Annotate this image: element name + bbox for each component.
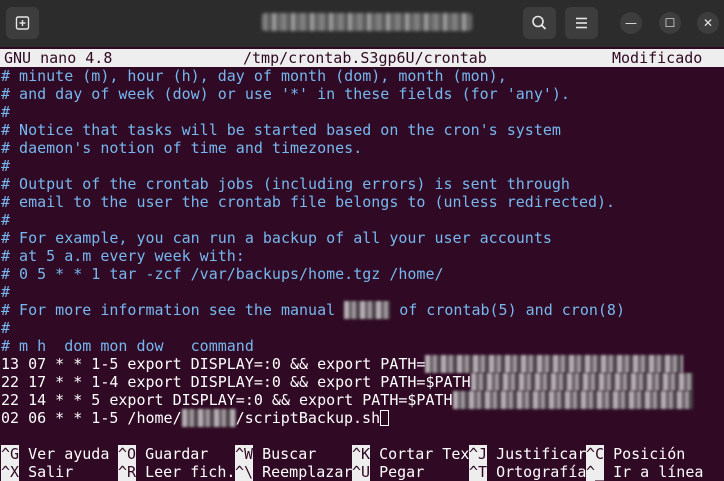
editor-line[interactable]: 22 17 * * 1-4 export DISPLAY=:0 && expor… xyxy=(1,373,693,391)
editor-line[interactable]: # m h dom mon dow command xyxy=(1,337,254,355)
editor-line[interactable]: # For example, you can run a backup of a… xyxy=(1,229,552,247)
nano-header-bar: GNU nano 4.8 /tmp/crontab.S3gp6U/crontab… xyxy=(0,49,724,67)
editor-line[interactable]: # at 5 a.m every week with: xyxy=(1,247,245,265)
terminal-area[interactable]: GNU nano 4.8 /tmp/crontab.S3gp6U/crontab… xyxy=(0,47,724,481)
nano-version: GNU nano 4.8 xyxy=(4,49,113,67)
editor-line[interactable]: # xyxy=(1,103,10,121)
minimize-button[interactable]: — xyxy=(620,12,642,34)
shortcut-exit[interactable]: ^X Salir xyxy=(1,463,73,481)
text-cursor xyxy=(380,410,390,426)
blurred-text xyxy=(181,409,236,427)
nano-modified-status: Modificado xyxy=(612,49,703,67)
window-title-blurred xyxy=(262,13,472,31)
editor-line[interactable]: # xyxy=(1,211,10,229)
shortcut-search[interactable]: ^W Buscar xyxy=(235,445,316,463)
blurred-text xyxy=(425,355,684,373)
editor-line[interactable]: 22 14 * * 5 export DISPLAY=:0 && export … xyxy=(1,391,693,409)
editor-line[interactable]: # xyxy=(1,157,10,175)
minimize-icon: — xyxy=(625,16,637,30)
shortcut-paste[interactable]: ^U Pegar xyxy=(352,463,424,481)
editor-line[interactable]: # xyxy=(1,283,10,301)
maximize-icon: ☐ xyxy=(664,16,676,30)
editor-line[interactable]: # minute (m), hour (h), day of month (do… xyxy=(1,67,507,85)
editor-line[interactable]: # Notice that tasks will be started base… xyxy=(1,121,561,139)
editor-line[interactable]: 02 06 * * 1-5 /home//scriptBackup.sh xyxy=(1,409,390,427)
shortcut-read-file[interactable]: ^R Leer fich. xyxy=(118,463,235,481)
blurred-text xyxy=(452,391,693,409)
shortcut-spelling[interactable]: ^T Ortografía xyxy=(469,463,586,481)
hamburger-menu-icon xyxy=(576,17,587,29)
new-tab-icon xyxy=(15,16,30,30)
editor-line[interactable]: # 0 5 * * 1 tar -zcf /var/backups/home.t… xyxy=(1,265,444,283)
blurred-text xyxy=(470,373,693,391)
nano-filename: /tmp/crontab.S3gp6U/crontab xyxy=(243,49,487,67)
editor-line[interactable]: # xyxy=(1,319,10,337)
close-icon: ✕ xyxy=(702,16,714,30)
close-button[interactable]: ✕ xyxy=(697,12,719,34)
menu-button[interactable] xyxy=(565,7,598,39)
shortcut-help[interactable]: ^G Ver ayuda xyxy=(1,445,109,463)
new-tab-button[interactable] xyxy=(6,7,39,39)
editor-line[interactable]: # daemon's notion of time and timezones. xyxy=(1,139,362,157)
shortcut-position[interactable]: ^C Posición xyxy=(586,445,685,463)
search-button[interactable] xyxy=(523,7,556,39)
search-icon xyxy=(532,15,547,30)
editor-line[interactable]: # Output of the crontab jobs (including … xyxy=(1,175,570,193)
editor-line[interactable]: # email to the user the crontab file bel… xyxy=(1,193,615,211)
editor-line[interactable]: # and day of week (dow) or use '*' in th… xyxy=(1,85,570,103)
window-titlebar: — ☐ ✕ xyxy=(0,0,724,47)
maximize-button[interactable]: ☐ xyxy=(659,12,681,34)
shortcut-replace[interactable]: ^\ Reemplazar xyxy=(235,463,352,481)
shortcut-cut[interactable]: ^K Cortar Tex xyxy=(352,445,469,463)
blurred-text xyxy=(344,301,391,319)
editor-line[interactable]: # For more information see the manual of… xyxy=(1,301,625,319)
shortcut-go-to-line[interactable]: ^_ Ir a línea xyxy=(586,463,703,481)
shortcut-save[interactable]: ^O Guardar xyxy=(118,445,208,463)
editor-line[interactable]: 13 07 * * 1-5 export DISPLAY=:0 && expor… xyxy=(1,355,684,373)
shortcut-justify[interactable]: ^J Justificar xyxy=(469,445,586,463)
